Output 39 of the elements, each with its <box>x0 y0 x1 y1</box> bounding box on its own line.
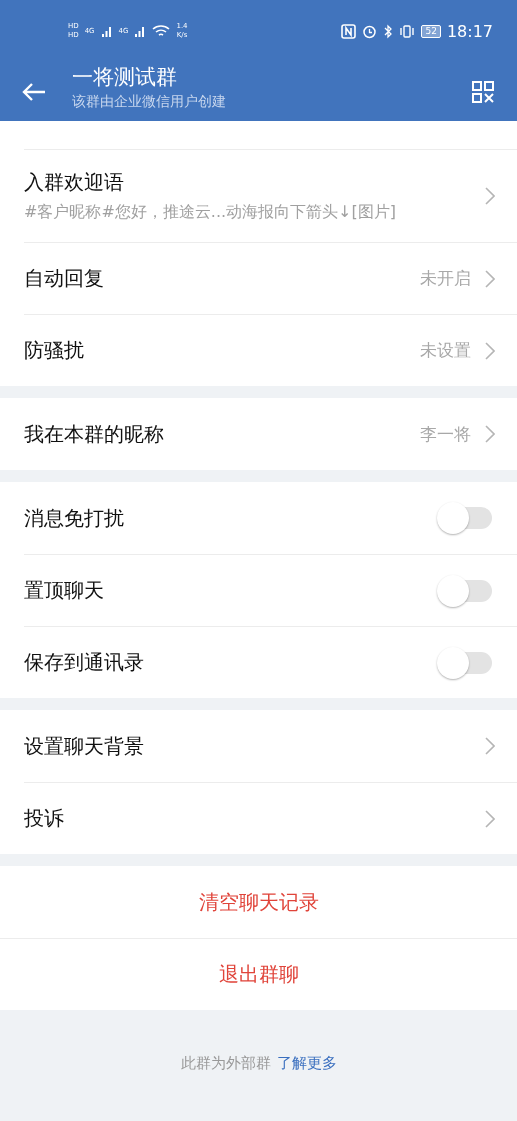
settings-row[interactable]: 防骚扰 未设置 <box>24 314 517 386</box>
row-value: 未设置 <box>420 339 471 362</box>
wifi-icon <box>152 24 171 38</box>
chevron-right-icon <box>485 341 495 360</box>
settings-row[interactable]: 投诉 <box>24 782 517 854</box>
row-title: 自动回复 <box>24 265 105 292</box>
signal-icon <box>134 25 147 37</box>
row-title: 消息免打扰 <box>24 504 125 532</box>
vibrate-icon <box>399 23 416 39</box>
chat-subtitle: 该群由企业微信用户创建 <box>72 92 227 111</box>
settings-row[interactable]: 自动回复 未开启 <box>24 242 517 314</box>
clock-time: 18:17 <box>446 21 493 41</box>
qr-code-icon[interactable] <box>471 79 495 104</box>
row-title: 设置聊天背景 <box>24 732 145 760</box>
row-value: 未开启 <box>420 267 471 290</box>
row-title: 防骚扰 <box>24 337 85 364</box>
chevron-right-icon <box>485 425 495 443</box>
settings-row[interactable]: 设置聊天背景 <box>24 710 517 782</box>
row-title: 保存到通讯录 <box>24 649 145 676</box>
bluetooth-icon <box>383 23 394 39</box>
chevron-right-icon <box>485 809 495 828</box>
row-value: 李一将 <box>420 422 471 446</box>
settings-row[interactable]: 入群欢迎语 #客户昵称#您好，推途云...动海报向下箭头↓[图片] <box>24 150 517 242</box>
row-title: 投诉 <box>24 805 65 832</box>
chat-title: 一将测试群 <box>72 63 178 91</box>
footer-note: 此群为外部群 <box>180 1054 271 1073</box>
row-title: 入群欢迎语 <box>24 169 125 196</box>
nfc-icon <box>341 23 357 39</box>
learn-more-link[interactable]: 了解更多 <box>276 1054 337 1073</box>
signal-icon <box>100 25 113 37</box>
chevron-right-icon <box>485 269 495 288</box>
row-title: 我在本群的昵称 <box>24 420 165 448</box>
battery-level: 52 <box>421 24 441 38</box>
alarm-icon <box>362 23 378 39</box>
chevron-right-icon <box>485 187 495 205</box>
row-description: #客户昵称#您好，推途云...动海报向下箭头↓[图片] <box>24 202 397 223</box>
chevron-right-icon <box>485 737 495 755</box>
row-title: 置顶聊天 <box>24 577 105 604</box>
back-arrow-icon[interactable] <box>22 81 46 102</box>
